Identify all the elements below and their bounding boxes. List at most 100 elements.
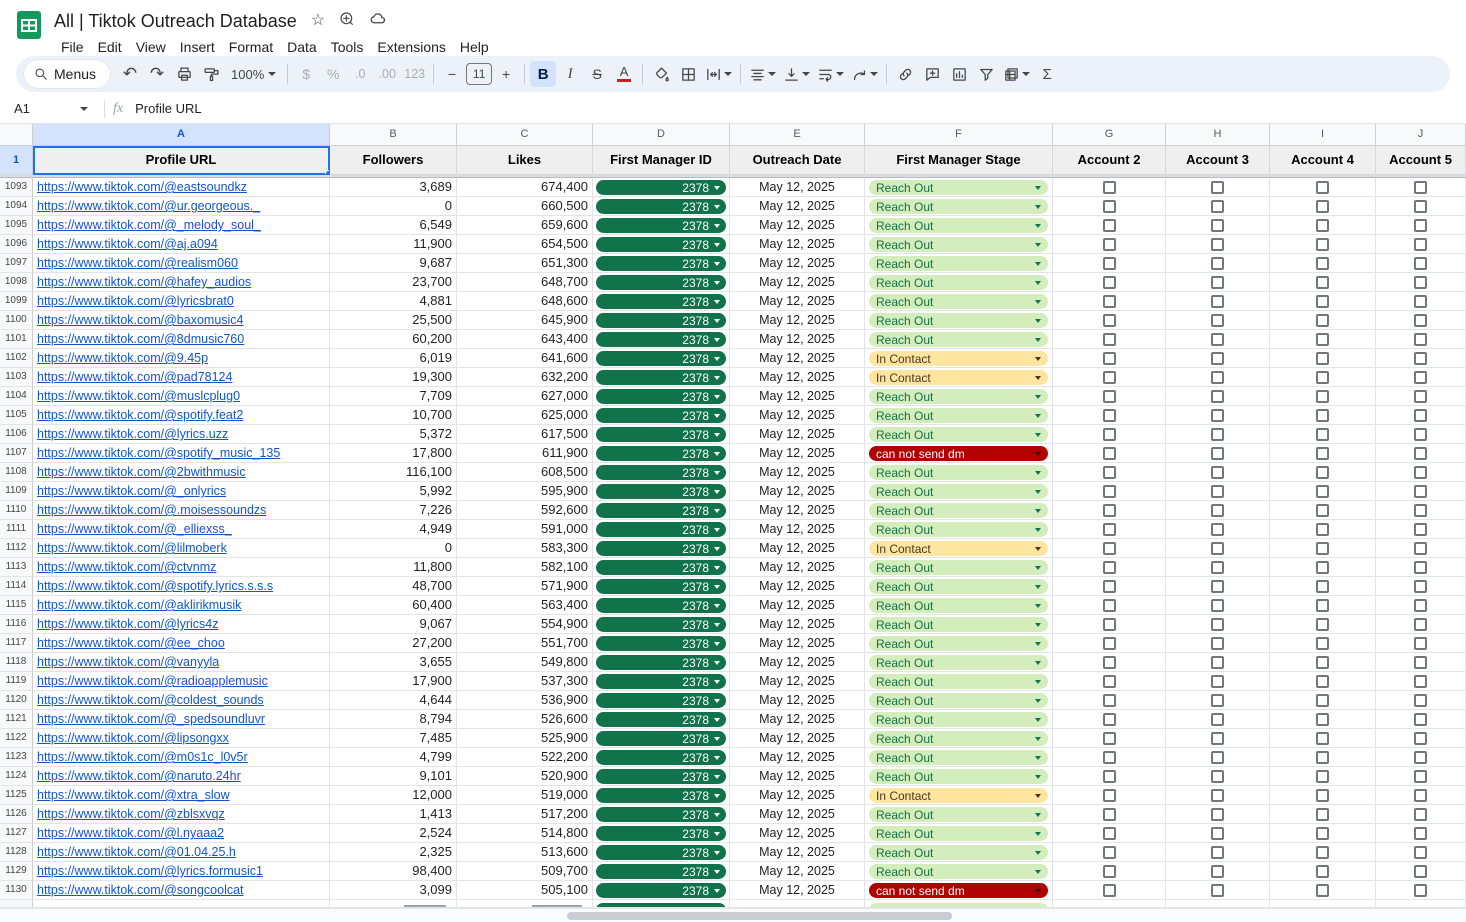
account-5-cell[interactable] (1376, 444, 1466, 463)
followers-cell[interactable]: 17,900 (330, 672, 457, 691)
account-5-cell[interactable] (1376, 273, 1466, 292)
checkbox-unchecked[interactable] (1103, 523, 1116, 536)
checkbox-unchecked[interactable] (1211, 276, 1224, 289)
checkbox-unchecked[interactable] (1316, 485, 1329, 498)
likes-cell[interactable]: 537,300 (457, 672, 593, 691)
checkbox-unchecked[interactable] (1211, 618, 1224, 631)
stage-chip[interactable]: Reach Out (869, 731, 1048, 746)
profile-url-link[interactable]: https://www.tiktok.com/@eastsoundkz (37, 180, 247, 194)
outreach-date-cell[interactable]: May 12, 2025 (730, 273, 865, 292)
outreach-date-cell[interactable]: May 12, 2025 (730, 292, 865, 311)
profile-url-link[interactable]: https://www.tiktok.com/@aklirikmusik (37, 598, 241, 612)
checkbox-unchecked[interactable] (1316, 314, 1329, 327)
profile-url-link[interactable]: https://www.tiktok.com/@songcoolcat (37, 883, 244, 897)
outreach-date-cell[interactable]: May 12, 2025 (730, 539, 865, 558)
account-5-cell[interactable] (1376, 349, 1466, 368)
stage-cell[interactable]: Reach Out (865, 235, 1053, 254)
profile-url-link[interactable]: https://www.tiktok.com/@coldest_sounds (37, 693, 264, 707)
profile-url-link[interactable]: https://www.tiktok.com/@_spedsoundluvr (37, 712, 265, 726)
stage-chip[interactable]: Reach Out (869, 218, 1048, 233)
account-2-cell[interactable] (1053, 368, 1166, 387)
checkbox-unchecked[interactable] (1103, 884, 1116, 897)
checkbox-unchecked[interactable] (1211, 580, 1224, 593)
account-3-cell[interactable] (1166, 482, 1270, 501)
row-number[interactable]: 1127 (0, 824, 33, 843)
manager-id-cell[interactable]: 2378 (593, 368, 730, 387)
checkbox-unchecked[interactable] (1316, 827, 1329, 840)
account-4-cell[interactable] (1270, 805, 1376, 824)
account-4-cell[interactable] (1270, 729, 1376, 748)
zoom-select[interactable]: 100% (225, 61, 282, 87)
checkbox-unchecked[interactable] (1211, 314, 1224, 327)
account-5-cell[interactable] (1376, 824, 1466, 843)
checkbox-unchecked[interactable] (1316, 390, 1329, 403)
checkbox-unchecked[interactable] (1316, 257, 1329, 270)
account-5-cell[interactable] (1376, 368, 1466, 387)
checkbox-unchecked[interactable] (1316, 884, 1329, 897)
profile-url-cell[interactable]: https://www.tiktok.com/@_spedsoundluvr (33, 710, 330, 729)
checkbox-unchecked[interactable] (1211, 884, 1224, 897)
account-2-cell[interactable] (1053, 862, 1166, 881)
checkbox-unchecked[interactable] (1103, 485, 1116, 498)
account-3-cell[interactable] (1166, 634, 1270, 653)
stage-chip[interactable]: Reach Out (869, 237, 1048, 252)
likes-cell[interactable]: 582,100 (457, 558, 593, 577)
checkbox-unchecked[interactable] (1103, 333, 1116, 346)
profile-url-cell[interactable]: https://www.tiktok.com/@coldest_sounds (33, 691, 330, 710)
likes-cell[interactable]: 513,600 (457, 843, 593, 862)
text-wrap-button[interactable] (814, 61, 847, 87)
account-2-cell[interactable] (1053, 311, 1166, 330)
checkbox-unchecked[interactable] (1211, 447, 1224, 460)
followers-cell[interactable]: 9,687 (330, 254, 457, 273)
manager-id-cell[interactable]: 2378 (593, 178, 730, 197)
checkbox-unchecked[interactable] (1414, 466, 1427, 479)
checkbox-unchecked[interactable] (1316, 789, 1329, 802)
account-5-cell[interactable] (1376, 843, 1466, 862)
checkbox-unchecked[interactable] (1316, 238, 1329, 251)
likes-cell[interactable]: 592,600 (457, 501, 593, 520)
account-5-cell[interactable] (1376, 805, 1466, 824)
stage-chip[interactable]: Reach Out (869, 636, 1048, 651)
manager-id-cell[interactable]: 2378 (593, 786, 730, 805)
profile-url-cell[interactable]: https://www.tiktok.com/@spotify.feat2 (33, 406, 330, 425)
account-3-cell[interactable] (1166, 520, 1270, 539)
row-number[interactable]: 1114 (0, 577, 33, 596)
account-2-cell[interactable] (1053, 425, 1166, 444)
row-number[interactable]: 1112 (0, 539, 33, 558)
likes-cell[interactable]: 611,900 (457, 444, 593, 463)
checkbox-unchecked[interactable] (1103, 504, 1116, 517)
row-number[interactable]: 1094 (0, 197, 33, 216)
account-2-cell[interactable] (1053, 501, 1166, 520)
checkbox-unchecked[interactable] (1103, 561, 1116, 574)
profile-url-cell[interactable]: https://www.tiktok.com/@radioapplemusic (33, 672, 330, 691)
checkbox-unchecked[interactable] (1316, 295, 1329, 308)
checkbox-unchecked[interactable] (1414, 580, 1427, 593)
checkbox-unchecked[interactable] (1211, 542, 1224, 555)
account-4-cell[interactable] (1270, 273, 1376, 292)
sheets-logo-icon[interactable] (14, 10, 44, 40)
outreach-date-cell[interactable]: May 12, 2025 (730, 178, 865, 197)
checkbox-unchecked[interactable] (1414, 428, 1427, 441)
checkbox-unchecked[interactable] (1414, 314, 1427, 327)
likes-cell[interactable]: 519,000 (457, 786, 593, 805)
account-5-cell[interactable] (1376, 501, 1466, 520)
account-4-cell[interactable] (1270, 292, 1376, 311)
stage-chip[interactable]: Reach Out (869, 427, 1048, 442)
account-3-cell[interactable] (1166, 786, 1270, 805)
manager-id-dropdown[interactable]: 2378 (596, 598, 726, 613)
checkbox-unchecked[interactable] (1316, 865, 1329, 878)
outreach-date-cell[interactable]: May 12, 2025 (730, 463, 865, 482)
profile-url-link[interactable]: https://www.tiktok.com/@zblsxvqz (37, 807, 225, 821)
account-4-cell[interactable] (1270, 672, 1376, 691)
account-2-cell[interactable] (1053, 292, 1166, 311)
row-number[interactable]: 1118 (0, 653, 33, 672)
stage-chip[interactable]: Reach Out (869, 522, 1048, 537)
manager-id-dropdown[interactable]: 2378 (596, 294, 726, 309)
row-number[interactable]: 1096 (0, 235, 33, 254)
account-5-cell[interactable] (1376, 482, 1466, 501)
account-3-cell[interactable] (1166, 748, 1270, 767)
account-4-cell[interactable] (1270, 311, 1376, 330)
stage-cell[interactable]: Reach Out (865, 767, 1053, 786)
stage-chip[interactable]: Reach Out (869, 256, 1048, 271)
checkbox-unchecked[interactable] (1103, 447, 1116, 460)
